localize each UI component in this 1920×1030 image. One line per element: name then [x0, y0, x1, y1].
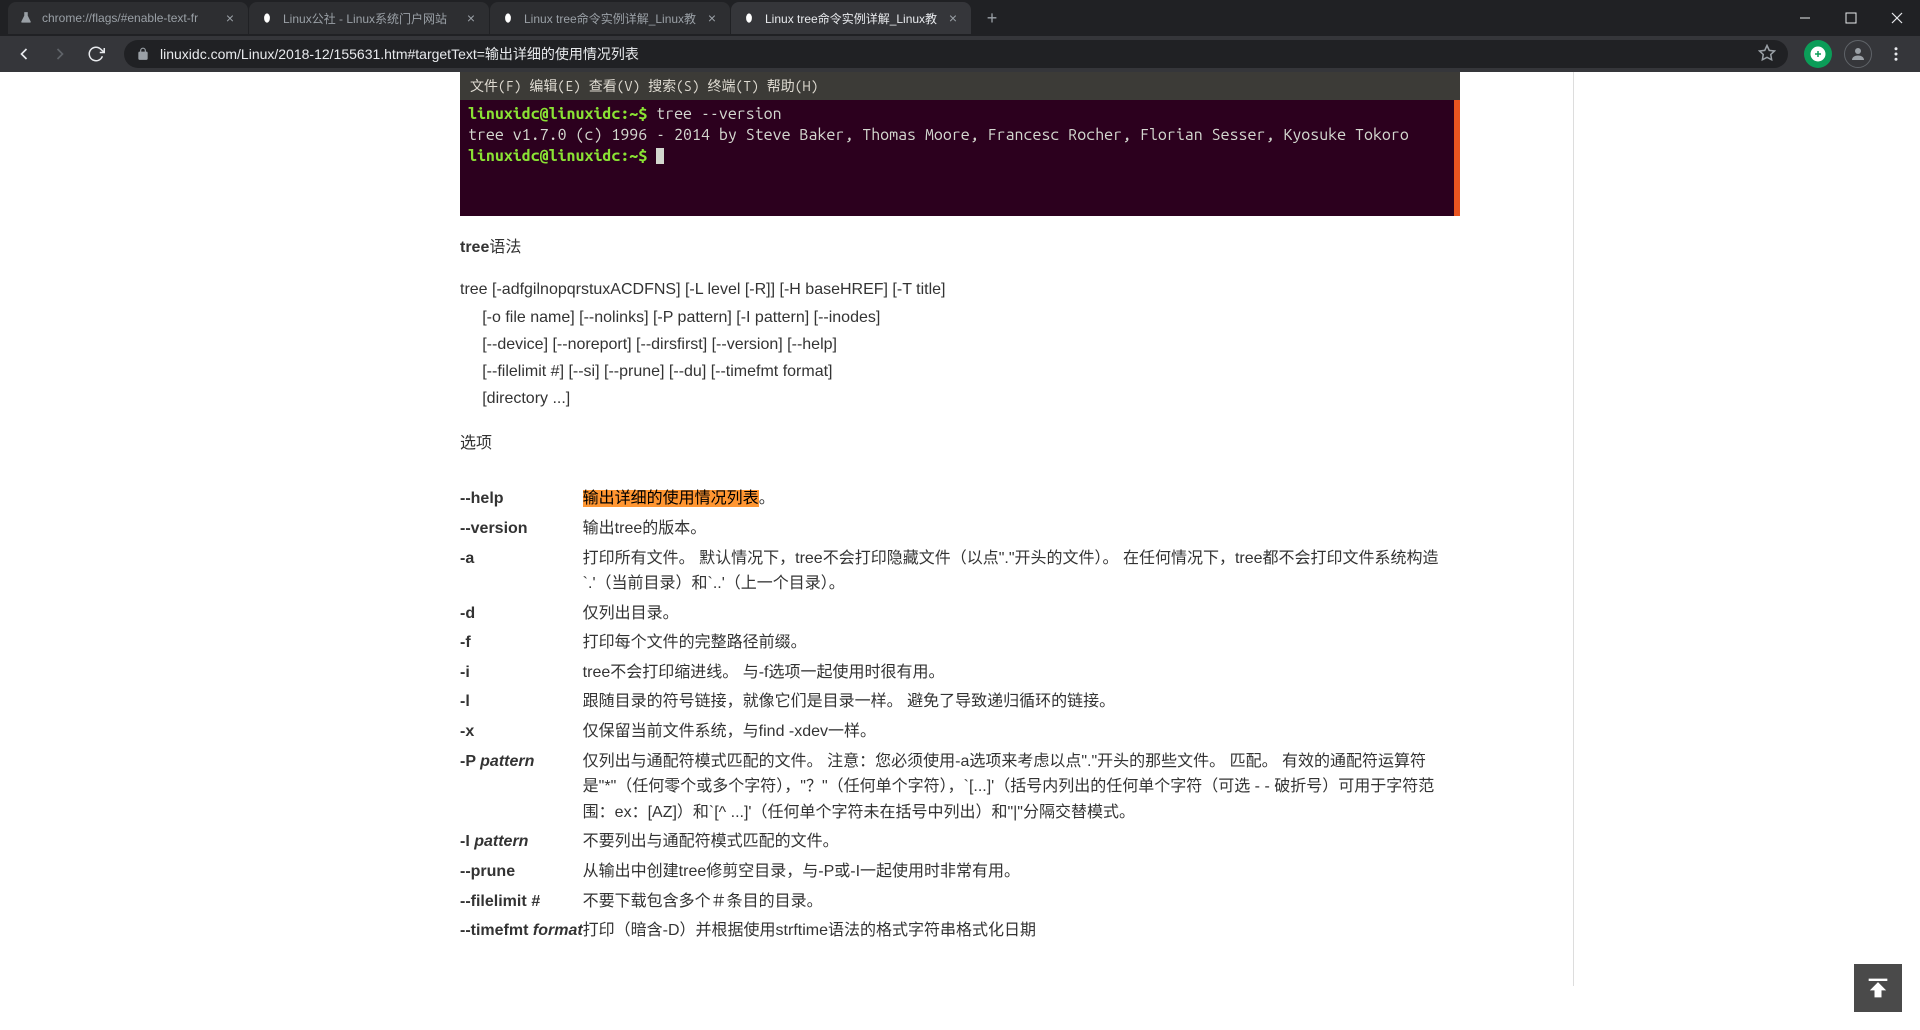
- article-content: 文件(F) 编辑(E) 查看(V) 搜索(S) 终端(T) 帮助(H) linu…: [460, 72, 1460, 986]
- terminal-cursor: [656, 148, 664, 164]
- syntax-heading: tree语法: [460, 236, 1460, 260]
- url-bar[interactable]: linuxidc.com/Linux/2018-12/155631.htm#ta…: [124, 40, 1788, 68]
- flask-icon: [18, 10, 34, 26]
- forward-button[interactable]: [44, 38, 76, 70]
- profile-button[interactable]: [1844, 40, 1872, 68]
- syntax-line: [-o file name] [--nolinks] [-P pattern] …: [460, 304, 1460, 331]
- option-name: -d: [460, 599, 583, 629]
- option-name: --timefmt format: [460, 916, 583, 946]
- address-bar: linuxidc.com/Linux/2018-12/155631.htm#ta…: [0, 36, 1920, 72]
- browser-tab-2[interactable]: Linux tree命令实例详解_Linux教 ×: [490, 2, 730, 34]
- maximize-button[interactable]: [1828, 0, 1874, 36]
- close-icon[interactable]: ×: [222, 10, 238, 26]
- terminal-prompt: linuxidc@linuxidc:~$: [468, 105, 647, 123]
- option-row: --version输出tree的版本。: [460, 514, 1460, 544]
- option-desc: 打印所有文件。 默认情况下，tree不会打印隐藏文件（以点"."开头的文件）。 …: [583, 544, 1460, 599]
- option-desc: 仅列出目录。: [583, 599, 1460, 629]
- option-desc: 输出tree的版本。: [583, 514, 1460, 544]
- option-row: -I pattern不要列出与通配符模式匹配的文件。: [460, 827, 1460, 857]
- option-row: --filelimit #不要下载包含多个＃条目的目录。: [460, 887, 1460, 917]
- reload-button[interactable]: [80, 38, 112, 70]
- option-name: -l: [460, 687, 583, 717]
- terminal-body: linuxidc@linuxidc:~$ tree --version tree…: [460, 100, 1460, 216]
- tux-icon: [741, 10, 757, 26]
- tux-icon: [259, 10, 275, 26]
- tab-bar: chrome://flags/#enable-text-fr × Linux公社…: [0, 0, 1920, 36]
- terminal-prompt: linuxidc@linuxidc:~$: [468, 147, 647, 165]
- option-desc: 打印每个文件的完整路径前缀。: [583, 628, 1460, 658]
- tab-title: Linux tree命令实例详解_Linux教: [765, 10, 939, 27]
- syntax-line: [--device] [--noreport] [--dirsfirst] [-…: [460, 331, 1460, 358]
- option-name: --version: [460, 514, 583, 544]
- back-to-top-button[interactable]: [1854, 964, 1902, 1012]
- option-name: --prune: [460, 857, 583, 887]
- syntax-line: tree [-adfgilnopqrstuxACDFNS] [-L level …: [460, 276, 1460, 303]
- option-desc: tree不会打印缩进线。 与-f选项一起使用时很有用。: [583, 658, 1460, 688]
- option-desc: 不要下载包含多个＃条目的目录。: [583, 887, 1460, 917]
- option-row: --help输出详细的使用情况列表。: [460, 484, 1460, 514]
- option-desc: 跟随目录的符号链接，就像它们是目录一样。 避免了导致递归循环的链接。: [583, 687, 1460, 717]
- window-controls: [1782, 0, 1920, 36]
- option-row: --prune从输出中创建tree修剪空目录，与-P或-I一起使用时非常有用。: [460, 857, 1460, 887]
- terminal-output: tree v1.7.0 (c) 1996 - 2014 by Steve Bak…: [468, 125, 1446, 146]
- option-name: -I pattern: [460, 827, 583, 857]
- back-button[interactable]: [8, 38, 40, 70]
- option-name: -P pattern: [460, 747, 583, 828]
- option-name: -i: [460, 658, 583, 688]
- option-desc: 不要列出与通配符模式匹配的文件。: [583, 827, 1460, 857]
- sidebar-border: [1573, 72, 1574, 986]
- option-desc: 打印（暗含-D）并根据使用strftime语法的格式字符串格式化日期: [583, 916, 1460, 946]
- syntax-block: tree [-adfgilnopqrstuxACDFNS] [-L level …: [460, 276, 1460, 412]
- syntax-line: [directory ...]: [460, 385, 1460, 412]
- terminal-command: tree --version: [647, 105, 781, 123]
- option-desc: 输出详细的使用情况列表。: [583, 484, 1460, 514]
- new-tab-button[interactable]: +: [978, 4, 1006, 32]
- option-row: -x仅保留当前文件系统，与find -xdev一样。: [460, 717, 1460, 747]
- option-desc: 仅保留当前文件系统，与find -xdev一样。: [583, 717, 1460, 747]
- tab-title: Linux公社 - Linux系统门户网站: [283, 10, 457, 27]
- terminal-screenshot: 文件(F) 编辑(E) 查看(V) 搜索(S) 终端(T) 帮助(H) linu…: [460, 72, 1460, 216]
- close-icon[interactable]: ×: [463, 10, 479, 26]
- bookmark-star-icon[interactable]: [1758, 44, 1776, 65]
- option-desc: 从输出中创建tree修剪空目录，与-P或-I一起使用时非常有用。: [583, 857, 1460, 887]
- tab-title: Linux tree命令实例详解_Linux教: [524, 10, 698, 27]
- option-row: -itree不会打印缩进线。 与-f选项一起使用时很有用。: [460, 658, 1460, 688]
- option-name: -x: [460, 717, 583, 747]
- option-row: -d仅列出目录。: [460, 599, 1460, 629]
- extension-icon[interactable]: [1804, 40, 1832, 68]
- option-name: --filelimit #: [460, 887, 583, 917]
- close-icon[interactable]: ×: [945, 10, 961, 26]
- syntax-line: [--filelimit #] [--si] [--prune] [--du] …: [460, 358, 1460, 385]
- browser-tab-1[interactable]: Linux公社 - Linux系统门户网站 ×: [249, 2, 489, 34]
- browser-tab-0[interactable]: chrome://flags/#enable-text-fr ×: [8, 2, 248, 34]
- options-heading: 选项: [460, 432, 1460, 456]
- close-icon[interactable]: ×: [704, 10, 720, 26]
- browser-tab-3[interactable]: Linux tree命令实例详解_Linux教 ×: [731, 2, 971, 34]
- page-viewport[interactable]: 文件(F) 编辑(E) 查看(V) 搜索(S) 终端(T) 帮助(H) linu…: [0, 72, 1920, 1030]
- option-name: -a: [460, 544, 583, 599]
- url-text: linuxidc.com/Linux/2018-12/155631.htm#ta…: [160, 44, 639, 64]
- tux-icon: [500, 10, 516, 26]
- minimize-button[interactable]: [1782, 0, 1828, 36]
- tab-title: chrome://flags/#enable-text-fr: [42, 11, 216, 25]
- option-row: -l跟随目录的符号链接，就像它们是目录一样。 避免了导致递归循环的链接。: [460, 687, 1460, 717]
- option-name: --help: [460, 484, 583, 514]
- lock-icon: [136, 47, 150, 61]
- option-row: --timefmt format打印（暗含-D）并根据使用strftime语法的…: [460, 916, 1460, 946]
- option-row: -f打印每个文件的完整路径前缀。: [460, 628, 1460, 658]
- terminal-menu: 文件(F) 编辑(E) 查看(V) 搜索(S) 终端(T) 帮助(H): [460, 72, 1460, 100]
- option-row: -P pattern仅列出与通配符模式匹配的文件。 注意：您必须使用-a选项来考…: [460, 747, 1460, 828]
- option-row: -a打印所有文件。 默认情况下，tree不会打印隐藏文件（以点"."开头的文件）…: [460, 544, 1460, 599]
- option-name: -f: [460, 628, 583, 658]
- options-table: --help输出详细的使用情况列表。--version输出tree的版本。-a打…: [460, 484, 1460, 946]
- close-window-button[interactable]: [1874, 0, 1920, 36]
- option-desc: 仅列出与通配符模式匹配的文件。 注意：您必须使用-a选项来考虑以点"."开头的那…: [583, 747, 1460, 828]
- kebab-menu-icon[interactable]: [1880, 38, 1912, 70]
